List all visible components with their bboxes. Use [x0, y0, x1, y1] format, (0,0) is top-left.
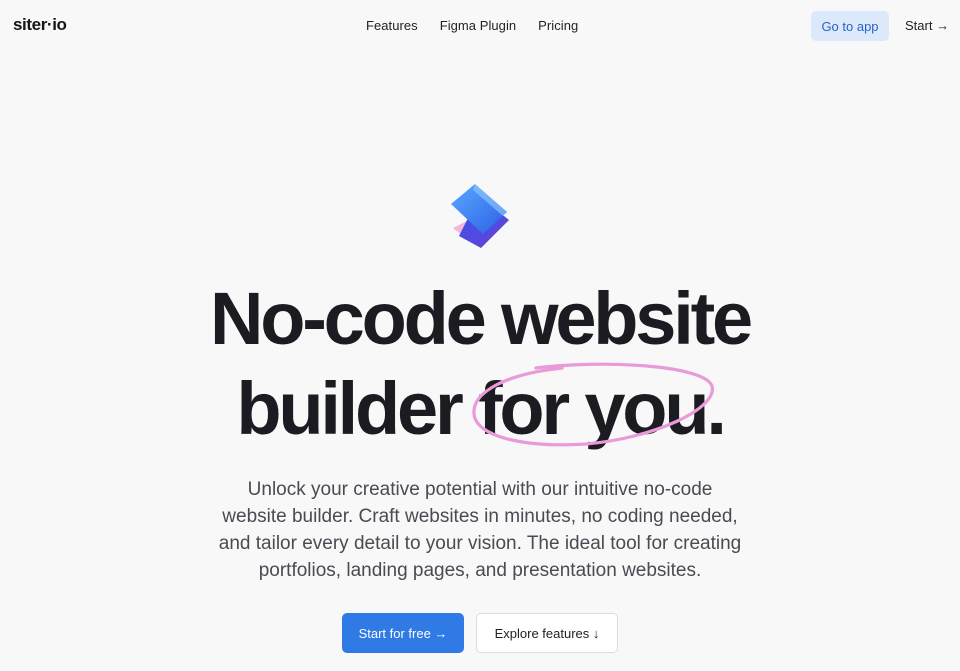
explore-features-button[interactable]: Explore features ↓ [476, 613, 618, 653]
logo-text-left: siter [13, 15, 47, 34]
start-link[interactable]: Start → [905, 18, 949, 33]
site-logo[interactable]: siter·io [13, 15, 67, 35]
description-line: portfolios, landing pages, and presentat… [258, 560, 702, 581]
logo-text-right: io [52, 15, 67, 34]
go-to-app-button[interactable]: Go to app [811, 11, 889, 41]
headline-line-1: No-code website [210, 277, 753, 360]
description-line: and tailor every detail to your vision. … [218, 533, 742, 554]
description-line: Unlock your creative potential with our … [247, 479, 713, 500]
landing-page: siter·io Features Figma Plugin Pricing G… [0, 0, 960, 671]
nav-link-pricing[interactable]: Pricing [538, 18, 578, 33]
start-for-free-button[interactable]: Start for free → [342, 613, 464, 653]
siter-stacked-cube-logo-icon [451, 184, 509, 248]
headline-for-you: for you. [477, 367, 727, 450]
headline-builder: builder [236, 367, 478, 450]
headline-line-2: builder for you. [0, 372, 960, 446]
nav-link-features[interactable]: Features [366, 18, 418, 33]
description-line: website builder. Craft websites in minut… [222, 506, 738, 527]
main-nav: Features Figma Plugin Pricing [366, 18, 600, 33]
hero-description: Unlock your creative potential with our … [200, 476, 760, 584]
top-header: siter·io Features Figma Plugin Pricing G… [0, 0, 960, 52]
nav-link-figma-plugin[interactable]: Figma Plugin [440, 18, 516, 33]
